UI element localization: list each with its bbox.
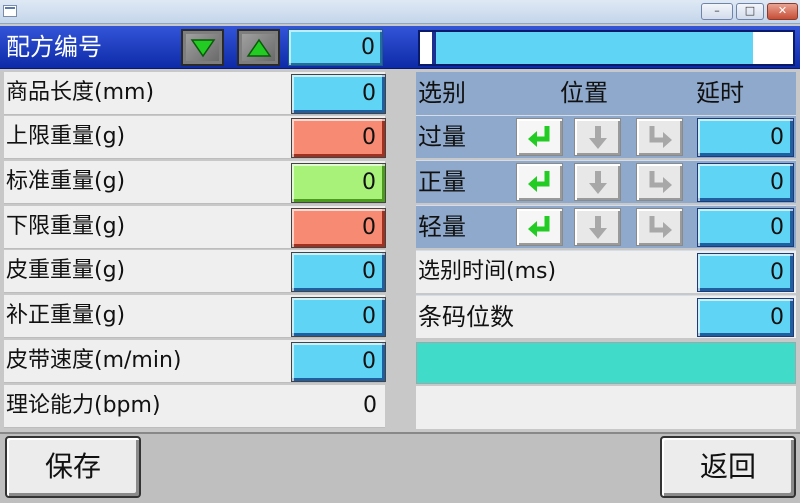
- param-label: 商品长度(mm): [6, 80, 155, 105]
- param-label: 上限重量(g): [6, 124, 126, 149]
- position-right-button[interactable]: [636, 163, 683, 201]
- progress-bar: [418, 30, 795, 66]
- blank-area: [416, 386, 796, 429]
- position-left-button[interactable]: [516, 208, 563, 246]
- param-label: 标准重量(g): [6, 169, 126, 194]
- sort-row: 轻量 0: [416, 205, 796, 248]
- recipe-number-label: 配方编号: [6, 33, 102, 61]
- param-value-field[interactable]: 0: [291, 163, 386, 203]
- window-titlebar: – □ ✕: [0, 0, 800, 24]
- progress-fill: [432, 32, 753, 64]
- param-row: 补正重量(g) 0: [4, 295, 386, 338]
- position-right-button[interactable]: [636, 208, 683, 246]
- param-value-field[interactable]: 0: [291, 118, 386, 158]
- sort-row-label: 正量: [418, 168, 466, 196]
- param-label: 下限重量(g): [6, 214, 126, 239]
- position-right-button[interactable]: [636, 118, 683, 156]
- enter-arrow-icon: [527, 126, 549, 147]
- param-value-field[interactable]: 0: [291, 74, 386, 114]
- sort-header-delay: 延时: [696, 79, 744, 107]
- recipe-up-button[interactable]: [237, 29, 280, 66]
- maximize-button[interactable]: □: [736, 3, 764, 20]
- delay-field[interactable]: 0: [697, 118, 794, 157]
- back-button[interactable]: 返回: [660, 436, 796, 498]
- sort-time-row: 选别时间(ms) 0: [416, 250, 796, 293]
- turn-right-arrow-icon: [649, 171, 672, 193]
- sort-row: 过量 0: [416, 115, 796, 158]
- sort-time-field[interactable]: 0: [697, 253, 794, 292]
- status-bar: [416, 342, 796, 384]
- param-label: 理论能力(bpm): [6, 393, 161, 418]
- enter-arrow-icon: [527, 171, 549, 192]
- param-row: 皮重重量(g) 0: [4, 250, 386, 293]
- barcode-digits-label: 条码位数: [418, 303, 514, 331]
- param-value-field[interactable]: 0: [291, 208, 386, 248]
- barcode-digits-row: 条码位数 0: [416, 295, 796, 338]
- sort-row-label: 过量: [418, 123, 466, 151]
- close-button[interactable]: ✕: [767, 3, 798, 20]
- param-row: 标准重量(g) 0: [4, 161, 386, 204]
- save-button[interactable]: 保存: [5, 436, 141, 498]
- minimize-button[interactable]: –: [701, 3, 733, 20]
- arrow-down-icon: [588, 126, 607, 149]
- triangle-up-icon: [246, 38, 271, 57]
- turn-right-arrow-icon: [649, 216, 672, 238]
- param-row: 皮带速度(m/min) 0: [4, 340, 386, 383]
- sort-row: 正量 0: [416, 160, 796, 203]
- position-down-button[interactable]: [574, 208, 621, 246]
- param-label: 皮重重量(g): [6, 258, 126, 283]
- param-row: 商品长度(mm) 0: [4, 72, 386, 115]
- param-value-field[interactable]: 0: [291, 252, 386, 292]
- sort-header-position: 位置: [560, 79, 608, 107]
- sort-header: 选别 位置 延时: [416, 72, 796, 115]
- arrow-down-icon: [588, 216, 607, 239]
- sort-time-label: 选别时间(ms): [418, 259, 557, 284]
- arrow-down-icon: [588, 171, 607, 194]
- turn-right-arrow-icon: [649, 126, 672, 148]
- param-row: 理论能力(bpm) 0: [4, 385, 385, 428]
- param-label: 补正重量(g): [6, 303, 126, 328]
- recipe-number-field[interactable]: 0: [288, 29, 383, 66]
- sort-header-select: 选别: [418, 79, 466, 107]
- enter-arrow-icon: [527, 216, 549, 237]
- delay-field[interactable]: 0: [697, 163, 794, 202]
- triangle-down-icon: [190, 38, 215, 57]
- delay-field[interactable]: 0: [697, 208, 794, 247]
- position-left-button[interactable]: [516, 163, 563, 201]
- app-icon: [3, 5, 17, 17]
- position-down-button[interactable]: [574, 163, 621, 201]
- param-value-field: 0: [363, 393, 377, 418]
- param-value-field[interactable]: 0: [291, 342, 386, 382]
- position-down-button[interactable]: [574, 118, 621, 156]
- sort-row-label: 轻量: [418, 213, 466, 241]
- barcode-digits-field[interactable]: 0: [697, 298, 794, 337]
- position-left-button[interactable]: [516, 118, 563, 156]
- param-row: 上限重量(g) 0: [4, 116, 386, 159]
- param-value-field[interactable]: 0: [291, 297, 386, 337]
- param-row: 下限重量(g) 0: [4, 206, 386, 249]
- param-label: 皮带速度(m/min): [6, 348, 182, 373]
- recipe-down-button[interactable]: [181, 29, 224, 66]
